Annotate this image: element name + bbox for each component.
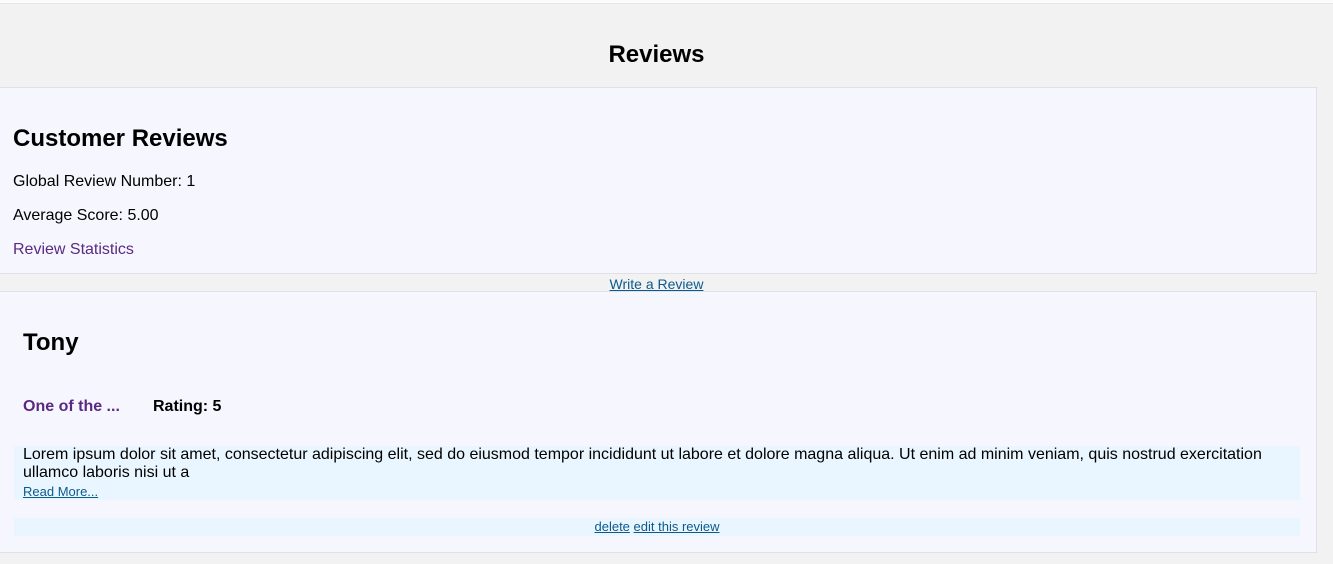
review-rating: Rating: 5 [153,398,222,415]
average-score: Average Score: 5.00 [13,207,159,224]
customer-reviews-summary: Customer Reviews Global Review Number: 1… [0,87,1317,274]
review-title-link[interactable]: One of the ... [23,397,120,417]
summary-heading: Customer Reviews [13,125,228,152]
edit-review-link[interactable]: edit this review [634,519,720,534]
page-title: Reviews [608,41,705,68]
review-body: Lorem ipsum dolor sit amet, consectetur … [14,446,1300,500]
reviewer-name: Tony [23,329,79,356]
review-text: Lorem ipsum dolor sit amet, consectetur … [23,446,1262,481]
top-border [0,0,1333,4]
review-card: Tony One of the ... Rating: 5 Lorem ipsu… [0,291,1317,553]
global-review-number: Global Review Number: 1 [13,173,196,190]
review-statistics-link[interactable]: Review Statistics [13,240,134,260]
delete-review-link[interactable]: delete [594,519,629,534]
read-more-link[interactable]: Read More... [23,484,98,500]
review-actions: delete edit this review [14,518,1300,536]
